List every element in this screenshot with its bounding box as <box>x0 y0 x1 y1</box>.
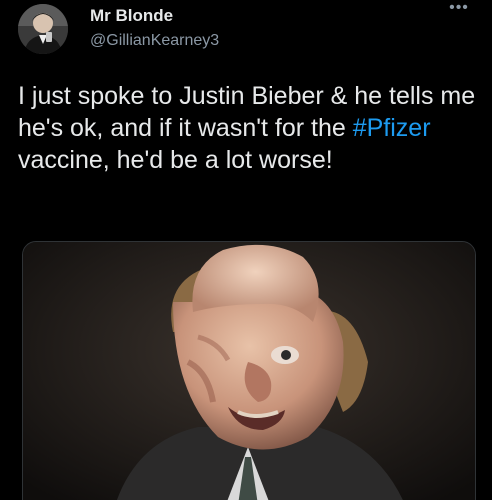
author-handle[interactable]: @GillianKearney3 <box>90 31 219 51</box>
tweet-text-after: vaccine, he'd be a lot worse! <box>18 146 333 174</box>
profile-photo <box>18 4 68 54</box>
author-display-name[interactable]: Mr Blonde <box>90 6 173 26</box>
tweet-text: I just spoke to Justin Bieber & he tells… <box>18 80 482 176</box>
tweet-card: Mr Blonde @GillianKearney3 ••• I just sp… <box>0 0 492 500</box>
tweet-media-photo[interactable] <box>22 241 476 500</box>
avatar[interactable] <box>18 4 68 54</box>
hashtag-link[interactable]: #Pfizer <box>353 114 431 142</box>
photo-image <box>23 242 475 500</box>
more-options-icon[interactable]: ••• <box>448 0 470 20</box>
